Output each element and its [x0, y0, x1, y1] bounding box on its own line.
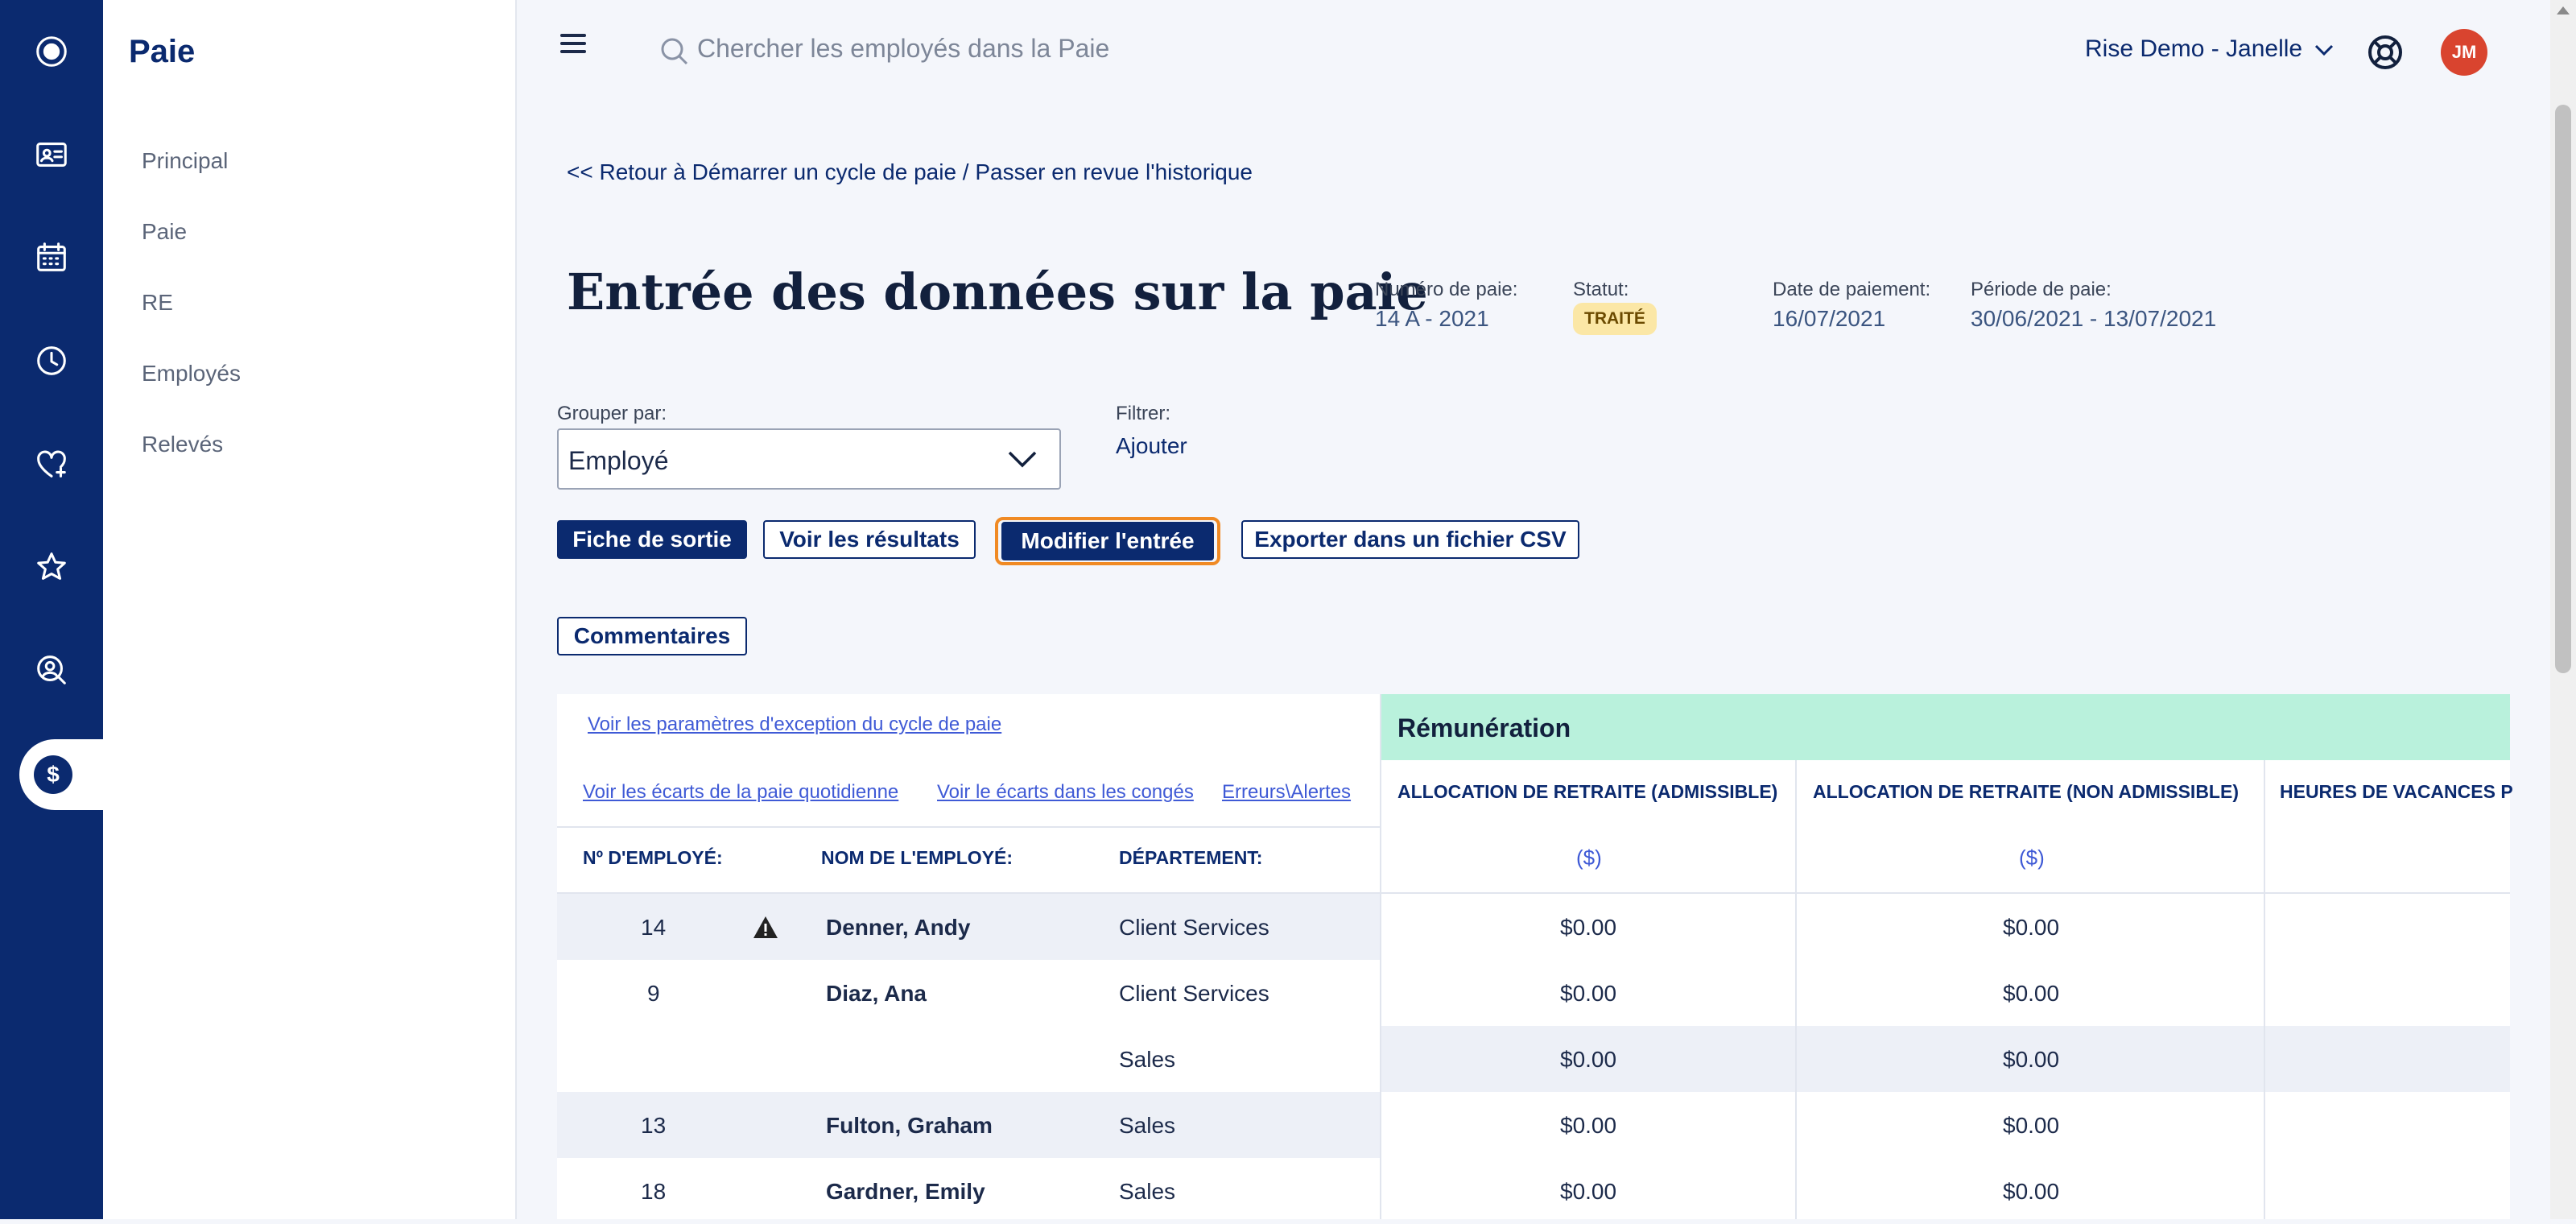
pay-date-label: Date de paiement:: [1773, 279, 1931, 300]
daily-gaps-link[interactable]: Voir les écarts de la paie quotidienne: [583, 781, 898, 804]
payroll-table: Voir les paramètres d'exception du cycle…: [557, 694, 2513, 1219]
sidebar-item-employes[interactable]: Employés: [142, 361, 241, 387]
help-lifebuoy-icon[interactable]: [2365, 32, 2405, 76]
comments-button[interactable]: Commentaires: [557, 617, 747, 655]
search-icon: [658, 35, 691, 72]
divider: [2264, 760, 2265, 1219]
pay-date-value: 16/07/2021: [1773, 306, 1886, 331]
employee-number: 14: [641, 915, 667, 940]
retirement-eligible-value[interactable]: $0.00: [1560, 1047, 1616, 1073]
col-employee-name: NOM DE L'EMPLOYÉ:: [821, 847, 1013, 868]
menu-icon[interactable]: [560, 34, 592, 58]
group-by-select[interactable]: Employé: [557, 428, 1061, 490]
user-search-icon[interactable]: [29, 647, 74, 693]
divider: [1380, 694, 1381, 1219]
col-retirement-non-eligible: ALLOCATION DE RETRAITE (NON ADMISSIBLE): [1813, 781, 2239, 802]
retirement-non-eligible-value[interactable]: $0.00: [2003, 1113, 2059, 1139]
retirement-eligible-value[interactable]: $0.00: [1560, 1179, 1616, 1205]
retirement-eligible-value[interactable]: $0.00: [1560, 981, 1616, 1007]
filter-label: Filtrer:: [1116, 403, 1170, 424]
employee-name[interactable]: Gardner, Emily: [826, 1179, 985, 1205]
star-icon[interactable]: [29, 544, 74, 589]
unit-label: ($): [1576, 846, 1602, 870]
status-label: Statut:: [1573, 279, 1629, 300]
table-row[interactable]: 14 Denner, Andy Client Services $0.00 $0…: [557, 894, 2510, 960]
retirement-non-eligible-value[interactable]: $0.00: [2003, 981, 2059, 1007]
app-nav-rail: $: [0, 0, 103, 1219]
sidebar-item-re[interactable]: RE: [142, 290, 173, 316]
pay-period-value: 30/06/2021 - 13/07/2021: [1971, 306, 2217, 331]
table-row[interactable]: 18 Gardner, Emily Sales $0.00 $0.00: [557, 1158, 2510, 1224]
col-vacation-hours: HEURES DE VACANCES P: [2280, 781, 2513, 802]
pay-number-value: 14 A - 2021: [1375, 306, 1489, 331]
status-badge: TRAITÉ: [1573, 303, 1657, 335]
heart-plus-icon[interactable]: [29, 441, 74, 486]
sidebar-title: Paie: [129, 34, 196, 69]
group-by-label: Grouper par:: [557, 403, 667, 424]
retirement-eligible-value[interactable]: $0.00: [1560, 1113, 1616, 1139]
calendar-icon[interactable]: [29, 235, 74, 280]
section-sidebar: Paie Principal Paie RE Employés Relevés: [103, 0, 517, 1219]
table-row[interactable]: 13 Fulton, Graham Sales $0.00 $0.00: [557, 1092, 2510, 1158]
pay-period-label: Période de paie:: [1971, 279, 2112, 300]
errors-alerts-link[interactable]: Erreurs\Alertes: [1222, 781, 1351, 804]
unit-label: ($): [2019, 846, 2045, 870]
employee-number: 13: [641, 1113, 667, 1138]
warning-icon[interactable]: [752, 915, 779, 941]
department: Sales: [1119, 1113, 1176, 1138]
retirement-non-eligible-value[interactable]: $0.00: [2003, 1179, 2059, 1205]
col-department: DÉPARTEMENT:: [1119, 847, 1263, 868]
employee-name[interactable]: Denner, Andy: [826, 915, 970, 941]
filter-add-link[interactable]: Ajouter: [1116, 433, 1187, 459]
employee-name[interactable]: Diaz, Ana: [826, 981, 927, 1007]
leave-gaps-link[interactable]: Voir le écarts dans les congés: [937, 781, 1194, 804]
divider: [557, 826, 1381, 828]
search-input[interactable]: Chercher les employés dans la Paie: [697, 34, 1109, 64]
chevron-down-icon: [1008, 451, 1037, 468]
table-row[interactable]: 9 Diaz, Ana Client Services $0.00 $0.00: [557, 960, 2510, 1026]
payroll-dollar-icon[interactable]: $: [34, 755, 72, 794]
page-title: Entrée des données sur la paie: [567, 263, 1428, 321]
divider: [1795, 760, 1797, 1219]
scrollbar-thumb[interactable]: [2555, 105, 2571, 673]
remuneration-section-title: Rémunération: [1397, 713, 1571, 742]
col-employee-number: Nº D'EMPLOYÉ:: [583, 847, 723, 868]
group-by-value: Employé: [568, 446, 669, 475]
sidebar-item-releves[interactable]: Relevés: [142, 432, 223, 457]
account-name: Rise Demo - Janelle: [2085, 35, 2303, 62]
view-results-button[interactable]: Voir les résultats: [763, 520, 976, 559]
col-retirement-eligible: ALLOCATION DE RETRAITE (ADMISSIBLE): [1397, 781, 1778, 802]
department: Client Services: [1119, 981, 1269, 1006]
employee-number: 9: [647, 981, 660, 1006]
retirement-non-eligible-value[interactable]: $0.00: [2003, 1047, 2059, 1073]
department: Client Services: [1119, 915, 1269, 940]
chevron-down-icon: [2315, 45, 2334, 56]
pay-number-label: Numéro de paie:: [1375, 279, 1518, 300]
clock-icon[interactable]: [29, 338, 74, 383]
account-switcher[interactable]: Rise Demo - Janelle: [2085, 35, 2334, 63]
retirement-eligible-value[interactable]: $0.00: [1560, 915, 1616, 941]
table-row[interactable]: Sales $0.00 $0.00: [557, 1026, 2510, 1092]
scroll-up-arrow-icon[interactable]: [2557, 6, 2570, 14]
retirement-non-eligible-value[interactable]: $0.00: [2003, 915, 2059, 941]
back-link[interactable]: << Retour à Démarrer un cycle de paie / …: [567, 159, 1253, 185]
sidebar-item-paie[interactable]: Paie: [142, 219, 187, 245]
department: Sales: [1119, 1179, 1176, 1204]
id-card-icon[interactable]: [29, 132, 74, 177]
exception-settings-link[interactable]: Voir les paramètres d'exception du cycle…: [588, 713, 1001, 736]
department: Sales: [1119, 1047, 1176, 1072]
app-logo-icon[interactable]: [29, 29, 74, 74]
employee-number: 18: [641, 1179, 667, 1204]
avatar[interactable]: JM: [2441, 29, 2487, 76]
modify-entry-button[interactable]: Modifier l'entrée: [1001, 522, 1214, 560]
export-csv-button[interactable]: Exporter dans un fichier CSV: [1241, 520, 1579, 559]
sidebar-item-principal[interactable]: Principal: [142, 148, 228, 174]
exit-sheet-button[interactable]: Fiche de sortie: [557, 520, 747, 559]
employee-name[interactable]: Fulton, Graham: [826, 1113, 993, 1139]
page-scrollbar[interactable]: [2550, 0, 2576, 1219]
